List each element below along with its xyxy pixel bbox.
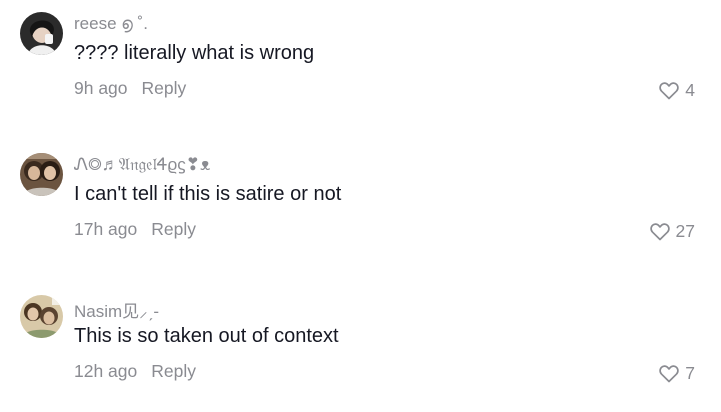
like-button[interactable]: 27 — [649, 221, 695, 242]
avatar-photo-icon — [20, 12, 63, 55]
like-button[interactable]: 7 — [659, 363, 695, 384]
comment-time: 17h ago — [74, 219, 138, 239]
like-count: 27 — [675, 221, 695, 241]
user-avatar[interactable] — [20, 12, 63, 55]
comment-time: 12h ago — [74, 361, 138, 381]
comment-time: 9h ago — [74, 78, 128, 98]
user-avatar[interactable] — [20, 295, 63, 338]
comment-meta: 9h ago Reply — [74, 78, 186, 99]
reply-button[interactable]: Reply — [151, 361, 196, 381]
comment-item: reese ൭ ˚. ???? literally what is wrong … — [0, 12, 721, 112]
avatar-photo-icon — [20, 295, 63, 338]
heart-outline-icon — [659, 364, 680, 382]
heart-outline-icon — [649, 222, 670, 240]
comment-meta: 12h ago Reply — [74, 361, 196, 382]
comment-username[interactable]: Ꮑ◎♬𝔄𝔫𝔤𝔢𝔩Ꮞϱϛ❣ᴥ — [74, 155, 210, 175]
heart-outline-icon — [659, 81, 680, 99]
comment-text: I can't tell if this is satire or not — [74, 183, 342, 205]
avatar-photo-icon — [20, 153, 63, 196]
like-button[interactable]: 4 — [659, 80, 695, 101]
comment-text: ???? literally what is wrong — [74, 42, 315, 64]
reply-button[interactable]: Reply — [151, 219, 196, 239]
like-count: 7 — [685, 363, 695, 383]
like-count: 4 — [685, 80, 695, 100]
comment-item: Ꮑ◎♬𝔄𝔫𝔤𝔢𝔩Ꮞϱϛ❣ᴥ I can't tell if this is sa… — [0, 153, 721, 253]
reply-button[interactable]: Reply — [142, 78, 187, 98]
user-avatar[interactable] — [20, 153, 63, 196]
comment-meta: 17h ago Reply — [74, 219, 196, 240]
comment-username[interactable]: Nasim⻅⸝ˏ- — [74, 297, 159, 322]
comment-item: Nasim⻅⸝ˏ- This is so taken out of contex… — [0, 295, 721, 395]
comment-text: This is so taken out of context — [74, 325, 339, 347]
comment-username[interactable]: reese ൭ ˚. — [74, 14, 148, 34]
